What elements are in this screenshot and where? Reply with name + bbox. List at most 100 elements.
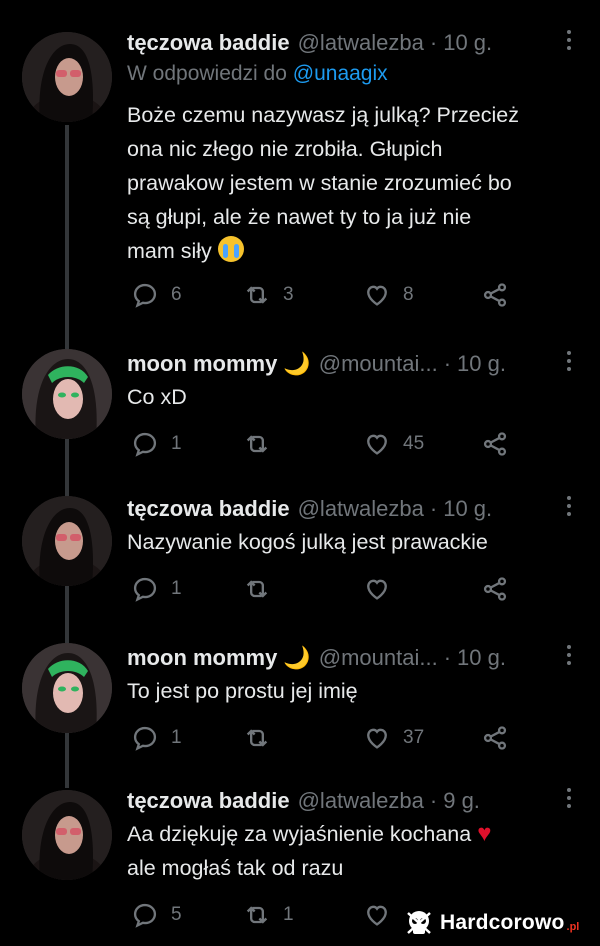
watermark-tld: .pl [566,921,580,933]
tweet-text-line: Nazywanie kogoś julką jest prawackie [127,530,488,554]
like-button[interactable]: 8 [363,278,414,312]
display-name[interactable]: moon mommy [127,351,277,377]
share-icon [483,283,507,307]
reply-button[interactable]: 1 [131,721,182,755]
tweet-text-line: są głupi, ale że nawet ty to ja już nie [127,205,472,229]
separator-dot: · [429,496,438,521]
reply-count: 1 [171,433,182,454]
timestamp[interactable]: 10 g. [443,30,492,56]
reply-count: 5 [171,904,182,925]
separator-dot: · [429,788,438,813]
tweet-text-line: Aa dziękuję za wyjaśnienie kochana [127,822,472,846]
like-button[interactable]: 45 [363,427,424,461]
more-icon[interactable] [566,788,572,808]
retweet-icon [246,729,268,747]
thread-line [65,438,69,498]
user-handle[interactable]: @latwalezba [298,496,424,522]
reply-icon [133,726,157,751]
more-icon[interactable] [566,30,572,50]
retweet-icon [246,286,268,304]
reply-button[interactable]: 1 [131,572,182,606]
share-icon [483,577,507,601]
like-icon [367,728,387,749]
like-button[interactable] [363,572,403,606]
red-heart-emoji-icon: ♥ [477,820,492,847]
reply-count: 6 [171,284,182,305]
share-button[interactable] [481,721,509,755]
reply-to-mention[interactable]: @unaagix [293,62,388,85]
avatar[interactable] [22,496,112,586]
tweet-text: Aa dziękuję za wyjaśnienie kochana ♥ ale… [127,817,577,885]
like-button[interactable]: 37 [363,721,424,755]
thread-line [65,586,69,644]
timestamp[interactable]: 10 g. [457,645,506,671]
reply-count: 1 [171,578,182,599]
tweet-text-line: Boże czemu nazywasz ją julką? Przecież [127,103,519,127]
retweet-icon [246,906,268,924]
timestamp[interactable]: 10 g. [457,351,506,377]
reply-button[interactable]: 1 [131,427,182,461]
watermark-text: Hardcorowo [440,911,565,934]
hardcorowo-watermark: Hardcorowo .pl [404,905,596,941]
user-handle[interactable]: @mountai... [319,351,438,377]
display-name[interactable]: moon mommy [127,645,277,671]
avatar[interactable] [22,32,112,122]
retweet-icon [246,435,268,453]
crescent-moon-emoji-icon: 🌙 [283,645,311,670]
like-button[interactable] [363,898,403,932]
display-name[interactable]: tęczowa baddie [127,496,290,522]
tweet-text-line: To jest po prostu jej imię [127,679,358,703]
share-button[interactable] [481,427,509,461]
retweet-button[interactable]: 3 [243,278,294,312]
reply-button[interactable]: 5 [131,898,182,932]
retweet-button[interactable]: 1 [243,898,294,932]
share-button[interactable] [481,572,509,606]
reply-count: 1 [171,727,182,748]
retweet-button[interactable] [243,572,283,606]
tweet-text-line: ale mogłaś tak od razu [127,856,344,880]
separator-dot: · [443,351,452,376]
tweet-text: Nazywanie kogoś julką jest prawackie [127,525,577,559]
skull-logo-icon [404,908,434,938]
tweet-text: To jest po prostu jej imię [127,674,577,708]
like-icon [367,285,387,306]
reply-icon [133,432,157,457]
tweet-text-line: Co xD [127,385,187,409]
retweet-button[interactable] [243,721,283,755]
retweet-icon [246,580,268,598]
share-icon [483,726,507,750]
retweet-count: 1 [283,904,294,925]
avatar[interactable] [22,790,112,880]
user-handle[interactable]: @latwalezba [298,30,424,56]
thread-line [65,732,69,788]
tweet-text-line: ona nic złego nie zrobiła. Głupich [127,137,443,161]
user-handle[interactable]: @mountai... [319,645,438,671]
more-icon[interactable] [566,351,572,371]
more-icon[interactable] [566,645,572,665]
reply-to-line: W odpowiedzi do @unaagix [127,62,388,86]
tweet-text: Boże czemu nazywasz ją julką? Przecież o… [127,98,577,268]
user-handle[interactable]: @latwalezba [298,788,424,814]
more-icon[interactable] [566,496,572,516]
timestamp[interactable]: 9 g. [443,788,480,814]
display-name[interactable]: tęczowa baddie [127,30,290,56]
thread-line [65,125,69,350]
avatar[interactable] [22,349,112,439]
reply-to-prefix: W odpowiedzi do [127,62,287,85]
share-button[interactable] [481,278,509,312]
reply-icon [133,903,157,928]
like-icon [367,434,387,455]
display-name[interactable]: tęczowa baddie [127,788,290,814]
tweet-text: Co xD [127,380,577,414]
retweet-count: 3 [283,284,294,305]
like-count: 8 [403,284,414,305]
reply-button[interactable]: 6 [131,278,182,312]
separator-dot: · [429,30,438,55]
avatar[interactable] [22,643,112,733]
like-count: 45 [403,433,425,454]
retweet-button[interactable] [243,427,283,461]
timestamp[interactable]: 10 g. [443,496,492,522]
like-count: 37 [403,727,425,748]
reply-icon [133,577,157,602]
crescent-moon-emoji-icon: 🌙 [283,351,311,376]
